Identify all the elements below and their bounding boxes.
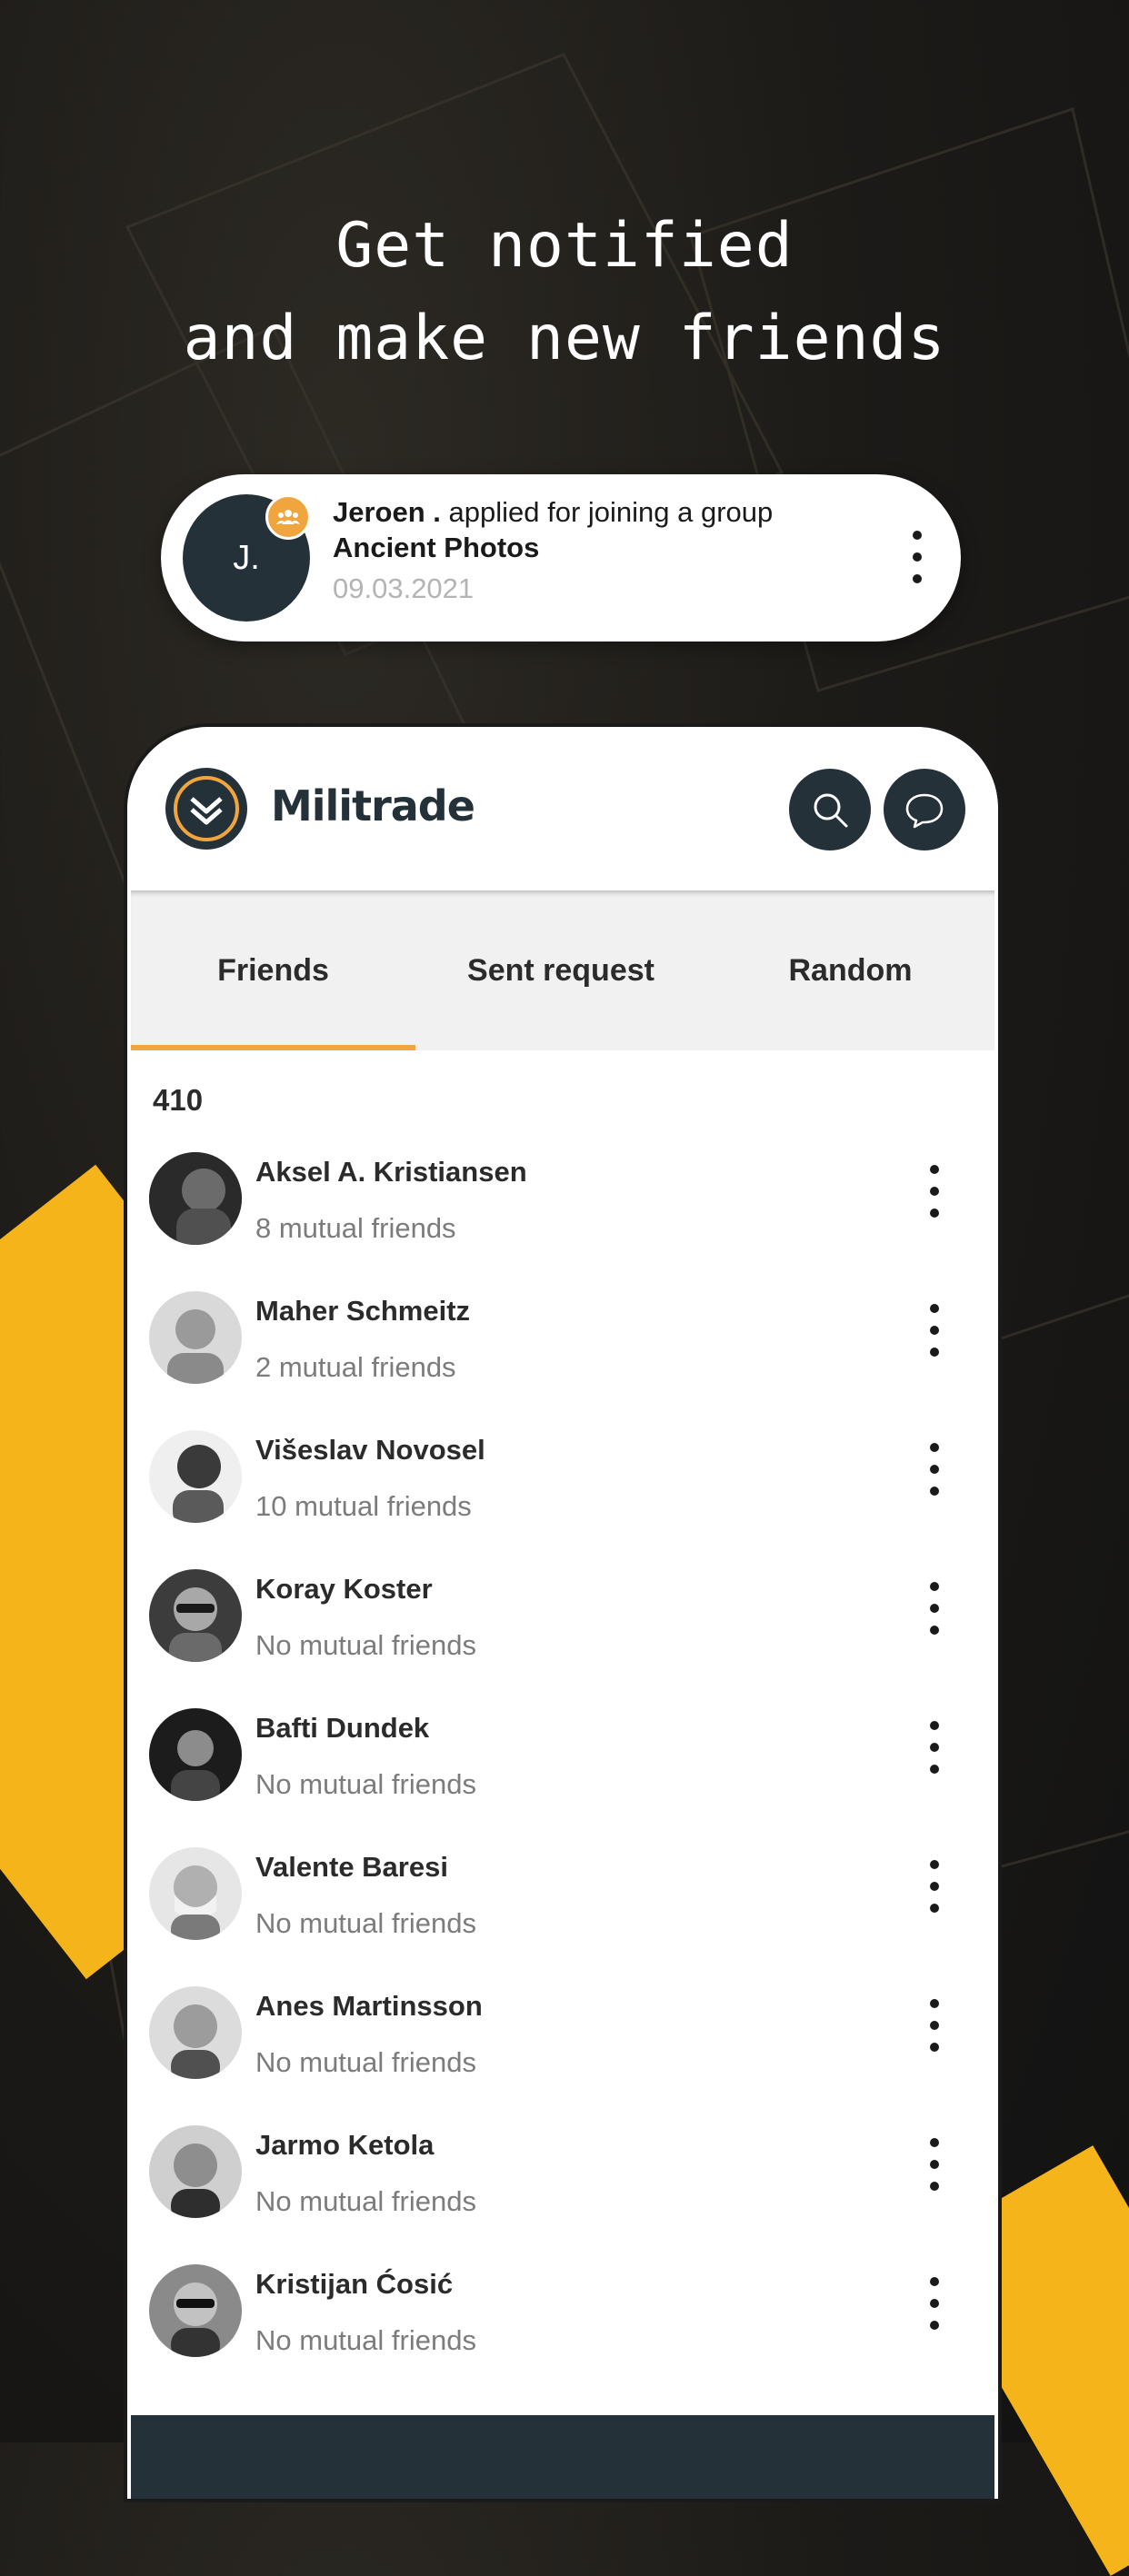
list-item[interactable]: Maher Schmeitz 2 mutual friends	[127, 1275, 998, 1414]
friend-name: Anes Martinsson	[255, 1990, 483, 2022]
search-button[interactable]	[789, 769, 871, 850]
headline-line-2: and make new friends	[183, 303, 946, 374]
friend-name: Bafti Dundek	[255, 1712, 430, 1744]
active-tab-indicator	[131, 1045, 415, 1050]
list-item[interactable]: Jarmo Ketola No mutual friends	[127, 2109, 998, 2248]
list-item[interactable]: Aksel A. Kristiansen 8 mutual friends	[127, 1136, 998, 1275]
avatar	[149, 1152, 242, 1245]
phone-screen: Militrade Friends Sent request Random 41…	[127, 727, 998, 2499]
promo-headline: Get notified and make new friends	[0, 200, 1129, 385]
tab-sent-request[interactable]: Sent request	[415, 890, 706, 1050]
avatar	[149, 1847, 242, 1940]
app-logo[interactable]	[165, 768, 247, 850]
avatar	[149, 1708, 242, 1801]
avatar-initial: J.	[233, 538, 260, 577]
list-item[interactable]: Koray Koster No mutual friends	[127, 1553, 998, 1692]
mutual-friends: 8 mutual friends	[255, 1212, 456, 1244]
search-icon	[814, 793, 848, 828]
avatar	[149, 1430, 242, 1523]
avatar	[149, 2125, 242, 2218]
friend-name: Maher Schmeitz	[255, 1295, 471, 1327]
more-vertical-icon[interactable]	[929, 1582, 940, 1636]
bottom-navigation-bar	[131, 2415, 994, 2499]
list-item[interactable]: Kristijan Ćosić No mutual friends	[127, 2248, 998, 2387]
avatar	[149, 1569, 242, 1662]
avatar	[149, 1291, 242, 1384]
notification-actor: Jeroen .	[333, 496, 441, 528]
mutual-friends: 10 mutual friends	[255, 1490, 472, 1522]
friend-name: Koray Koster	[255, 1573, 433, 1605]
group-icon	[265, 494, 311, 540]
friends-count: 410	[153, 1083, 204, 1117]
more-vertical-icon[interactable]	[929, 1165, 940, 1219]
tab-bar: Friends Sent request Random	[131, 890, 994, 1050]
friend-name: Valente Baresi	[255, 1851, 448, 1883]
notification-card[interactable]: J. Jeroen . applied for joining a group …	[161, 474, 961, 642]
more-vertical-icon[interactable]	[929, 1860, 940, 1915]
mutual-friends: No mutual friends	[255, 2185, 476, 2217]
app-header: Militrade	[127, 727, 998, 890]
mutual-friends: No mutual friends	[255, 2046, 476, 2078]
app-title: Militrade	[271, 781, 475, 830]
more-vertical-icon[interactable]	[929, 1721, 940, 1775]
notification-date: 09.03.2021	[333, 572, 475, 604]
notification-action: applied for joining a group	[448, 496, 774, 528]
chat-button[interactable]	[884, 769, 965, 850]
list-item[interactable]: Anes Martinsson No mutual friends	[127, 1970, 998, 2109]
friend-name: Višeslav Novosel	[255, 1434, 485, 1466]
avatar	[149, 1986, 242, 2079]
friend-name: Kristijan Ćosić	[255, 2268, 454, 2300]
list-item[interactable]: Višeslav Novosel 10 mutual friends	[127, 1414, 998, 1553]
more-vertical-icon[interactable]	[929, 1443, 940, 1497]
notification-text: Jeroen . applied for joining a group Anc…	[333, 494, 842, 612]
tab-friends[interactable]: Friends	[131, 890, 415, 1050]
friend-name: Jarmo Ketola	[255, 2129, 435, 2161]
more-vertical-icon[interactable]	[929, 1304, 940, 1358]
tab-random[interactable]: Random	[706, 890, 994, 1050]
friend-name: Aksel A. Kristiansen	[255, 1156, 527, 1188]
list-item[interactable]: Valente Baresi No mutual friends	[127, 1831, 998, 1970]
notification-group: Ancient Photos	[333, 532, 540, 563]
mutual-friends: No mutual friends	[255, 1907, 476, 1939]
more-vertical-icon[interactable]	[929, 2277, 940, 2332]
headline-line-1: Get notified	[335, 210, 794, 282]
mutual-friends: 2 mutual friends	[255, 1351, 456, 1383]
more-vertical-icon[interactable]	[929, 1999, 940, 2054]
chat-bubble-icon	[905, 793, 944, 829]
mutual-friends: No mutual friends	[255, 1629, 476, 1661]
notification-message: Jeroen . applied for joining a group	[333, 494, 842, 531]
friends-list: Aksel A. Kristiansen 8 mutual friends Ma…	[127, 1136, 998, 2387]
mutual-friends: No mutual friends	[255, 2324, 476, 2356]
chevron-double-down-icon	[174, 776, 239, 841]
list-item[interactable]: Bafti Dundek No mutual friends	[127, 1692, 998, 1831]
more-vertical-icon[interactable]	[912, 531, 923, 585]
avatar	[149, 2264, 242, 2357]
mutual-friends: No mutual friends	[255, 1768, 476, 1800]
more-vertical-icon[interactable]	[929, 2138, 940, 2193]
